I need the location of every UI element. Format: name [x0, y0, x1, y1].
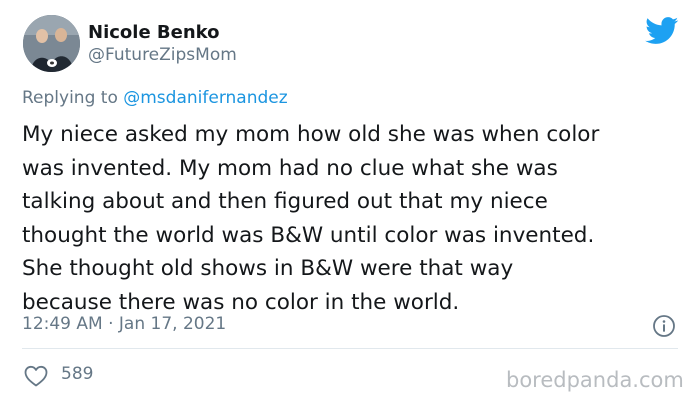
- user-handle[interactable]: @FutureZipsMom: [88, 45, 237, 65]
- reply-prefix: Replying to: [22, 88, 124, 108]
- tweet-text-line: thought the world was B&W until color wa…: [22, 222, 595, 248]
- info-icon[interactable]: [652, 314, 676, 338]
- tweet-text-line: My niece asked my mom how old she was wh…: [22, 122, 600, 147]
- reply-mention-link[interactable]: @msdanifernandez: [123, 88, 287, 108]
- tweet-card: Nicole Benko @FutureZipsMom Replying to …: [0, 0, 700, 402]
- avatar[interactable]: [23, 15, 80, 72]
- divider: [22, 348, 678, 349]
- tweet-timestamp[interactable]: 12:49 AM · Jan 17, 2021: [22, 314, 226, 334]
- twitter-bird-icon[interactable]: [645, 17, 679, 45]
- tweet-text: My niece asked my mom how old she was wh…: [22, 118, 692, 319]
- reply-context: Replying to @msdanifernandez: [22, 88, 288, 108]
- watermark: boredpanda.com: [506, 368, 684, 392]
- tweet-text-line: was invented. My mom had no clue what sh…: [22, 155, 558, 181]
- display-name[interactable]: Nicole Benko: [88, 22, 220, 43]
- tweet-text-line: talking about and then figured out that …: [22, 189, 548, 214]
- tweet-text-line: She thought old shows in B&W were that w…: [22, 256, 514, 281]
- heart-icon[interactable]: [24, 365, 48, 387]
- avatar-photo: [23, 15, 80, 72]
- like-count: 589: [61, 364, 94, 384]
